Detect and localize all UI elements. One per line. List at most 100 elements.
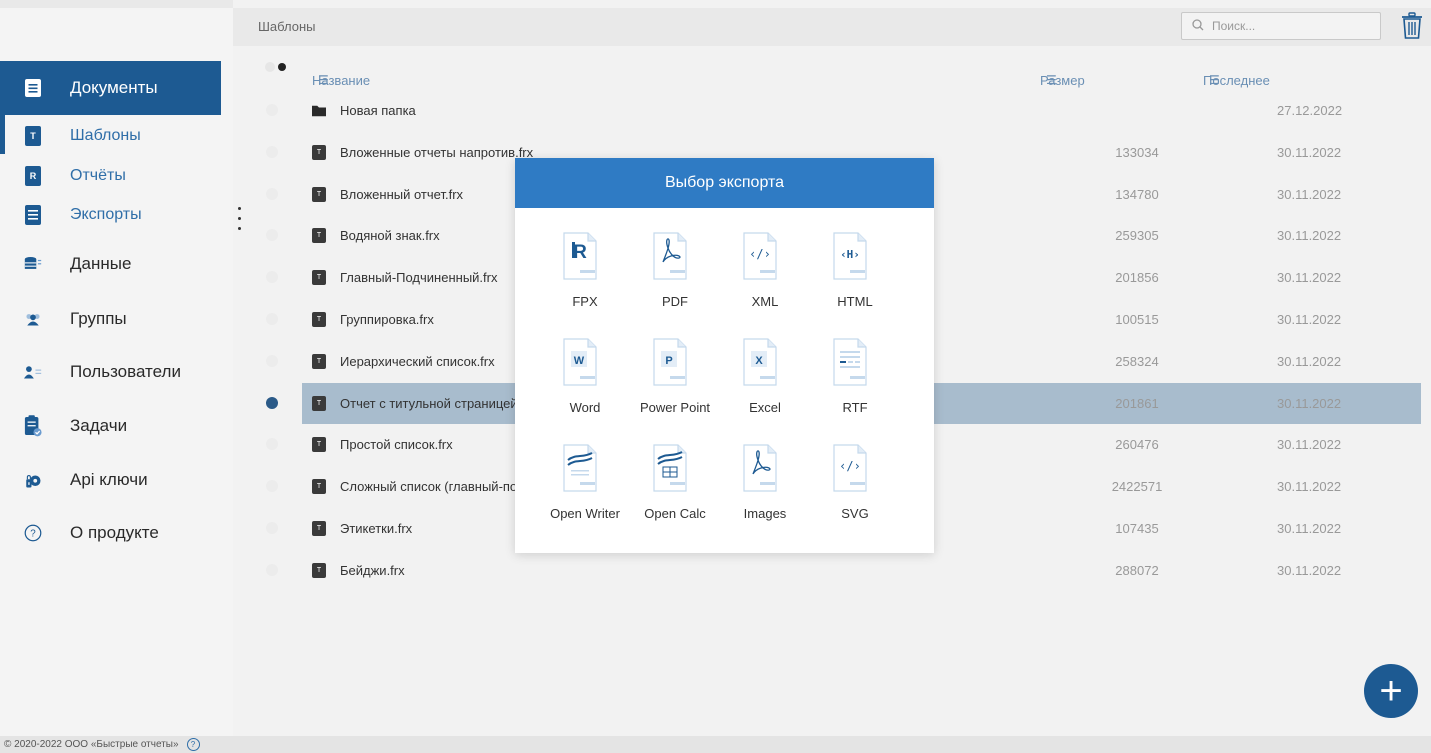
export-option-xml[interactable]: ‹/› XML bbox=[720, 232, 810, 328]
svg-text:‹H›: ‹H› bbox=[840, 248, 860, 261]
template-file-icon: T bbox=[312, 479, 326, 494]
export-option-label: Open Writer bbox=[550, 506, 620, 521]
report-icon: R bbox=[24, 166, 42, 186]
sidebar-item-documents[interactable]: Документы bbox=[0, 61, 221, 115]
export-option-label: SVG bbox=[841, 506, 869, 521]
copyright-text: © 2020-2022 ООО «Быстрые отчеты» bbox=[4, 739, 179, 750]
xml-icon: ‹/› bbox=[743, 232, 777, 280]
template-file-icon: T bbox=[312, 145, 326, 160]
export-option-images[interactable]: Images bbox=[720, 444, 810, 540]
sidebar-item-groups[interactable]: Группы bbox=[0, 307, 221, 331]
topbar: Шаблоны Поиск... bbox=[233, 8, 1431, 46]
export-option-power-point[interactable]: P Power Point bbox=[630, 338, 720, 434]
file-modified-date: 30.11.2022 bbox=[1277, 396, 1342, 411]
row-select-radio[interactable] bbox=[266, 397, 278, 409]
svg-text:X: X bbox=[755, 355, 763, 367]
svg-text:R: R bbox=[573, 242, 587, 263]
export-option-excel[interactable]: X Excel bbox=[720, 338, 810, 434]
file-size: 134780 bbox=[1115, 187, 1159, 202]
sidebar-item-about[interactable]: ? О продукте bbox=[0, 520, 221, 546]
file-modified-date: 30.11.2022 bbox=[1277, 312, 1342, 327]
row-select-radio[interactable] bbox=[266, 564, 278, 576]
sidebar-item-label: Группы bbox=[70, 309, 127, 328]
sidebar-item-label: Данные bbox=[70, 254, 132, 273]
template-file-icon: T bbox=[312, 270, 326, 285]
footer: © 2020-2022 ООО «Быстрые отчеты» ? bbox=[0, 736, 1431, 753]
table-row[interactable]: Новая папка 27.12.2022 bbox=[302, 90, 1421, 131]
template-file-icon: T bbox=[312, 354, 326, 369]
export-option-fpx[interactable]: R FPX bbox=[540, 232, 630, 328]
svg-text:P: P bbox=[665, 355, 672, 367]
export-option-open-calc[interactable]: Open Calc bbox=[630, 444, 720, 540]
export-option-label: XML bbox=[751, 294, 779, 309]
svg-text:?: ? bbox=[30, 529, 36, 540]
images-icon bbox=[743, 444, 777, 492]
svg-text:‹/›: ‹/› bbox=[839, 459, 861, 473]
row-select-radio[interactable] bbox=[266, 480, 278, 492]
sidebar-item-data[interactable]: Данные bbox=[0, 252, 221, 276]
file-name: Этикетки.frx bbox=[340, 521, 413, 536]
sidebar-item-label: Шаблоны bbox=[70, 127, 141, 144]
sidebar-item-label: Экспорты bbox=[70, 206, 142, 223]
file-modified-date: 30.11.2022 bbox=[1277, 354, 1342, 369]
sidebar-item-tasks[interactable]: Задачи bbox=[0, 413, 221, 439]
row-select-radio[interactable] bbox=[266, 188, 278, 200]
file-size: 258324 bbox=[1115, 354, 1159, 369]
row-select-radio[interactable] bbox=[266, 104, 278, 116]
export-option-word[interactable]: W Word bbox=[540, 338, 630, 434]
export-option-svg[interactable]: ‹/› SVG bbox=[810, 444, 900, 540]
row-select-radio[interactable] bbox=[266, 146, 278, 158]
export-option-rtf[interactable]: RTF bbox=[810, 338, 900, 434]
row-select-radio[interactable] bbox=[266, 355, 278, 367]
export-option-html[interactable]: ‹H› HTML bbox=[810, 232, 900, 328]
template-file-icon: T bbox=[312, 563, 326, 578]
breadcrumb[interactable]: Шаблоны bbox=[258, 19, 316, 34]
export-option-open-writer[interactable]: Open Writer bbox=[540, 444, 630, 540]
search-input[interactable]: Поиск... bbox=[1181, 12, 1381, 40]
trash-icon[interactable] bbox=[1401, 12, 1423, 40]
sidebar-collapse-handle[interactable] bbox=[238, 207, 241, 230]
row-select-radio[interactable] bbox=[266, 522, 278, 534]
dialog-title: Выбор экспорта bbox=[515, 158, 934, 208]
svg-text:W: W bbox=[574, 355, 585, 367]
pdf-icon bbox=[653, 232, 687, 280]
file-modified-date: 30.11.2022 bbox=[1277, 228, 1342, 243]
table-row[interactable]: T Бейджи.frx 288072 30.11.2022 bbox=[302, 550, 1421, 591]
file-size: 201861 bbox=[1115, 396, 1159, 411]
file-size: 107435 bbox=[1115, 521, 1159, 536]
api-keys-icon bbox=[24, 470, 42, 490]
select-all-radio[interactable] bbox=[264, 60, 288, 77]
export-option-label: Word bbox=[569, 400, 601, 415]
export-option-label: FPX bbox=[572, 294, 598, 309]
sidebar-item-users[interactable]: Пользователи bbox=[0, 360, 221, 384]
help-icon[interactable]: ? bbox=[186, 738, 200, 751]
export-option-label: RTF bbox=[842, 400, 868, 415]
sidebar-item-api-keys[interactable]: Api ключи bbox=[0, 467, 221, 493]
row-select-radio[interactable] bbox=[266, 271, 278, 283]
sidebar-item-label: Отчёты bbox=[70, 167, 126, 184]
file-name: Главный-Подчиненный.frx bbox=[340, 270, 498, 285]
row-select-radio[interactable] bbox=[266, 438, 278, 450]
add-button[interactable]: + bbox=[1364, 664, 1418, 718]
file-name: Вложенный отчет.frx bbox=[340, 187, 464, 202]
export-option-label: Images bbox=[743, 506, 787, 521]
file-name: Новая папка bbox=[340, 103, 416, 118]
file-size: 201856 bbox=[1115, 270, 1159, 285]
sidebar-item-exports[interactable]: Экспорты bbox=[0, 204, 221, 226]
file-modified-date: 30.11.2022 bbox=[1277, 270, 1342, 285]
row-select-radio[interactable] bbox=[266, 313, 278, 325]
folder-icon bbox=[312, 103, 326, 118]
search-icon bbox=[1192, 18, 1204, 34]
export-option-pdf[interactable]: PDF bbox=[630, 232, 720, 328]
row-select-radio[interactable] bbox=[266, 229, 278, 241]
export-option-label: Power Point bbox=[639, 400, 711, 415]
template-file-icon: T bbox=[312, 521, 326, 536]
file-name: Бейджи.frx bbox=[340, 563, 405, 578]
document-icon bbox=[24, 78, 42, 98]
export-option-label: Open Calc bbox=[644, 506, 706, 521]
file-size: 2422571 bbox=[1111, 479, 1163, 494]
sidebar-item-templates[interactable]: T Шаблоны bbox=[0, 125, 221, 147]
sidebar-item-reports[interactable]: R Отчёты bbox=[0, 165, 221, 187]
file-name: Водяной знак.frx bbox=[340, 228, 440, 243]
file-modified-date: 30.11.2022 bbox=[1277, 187, 1342, 202]
